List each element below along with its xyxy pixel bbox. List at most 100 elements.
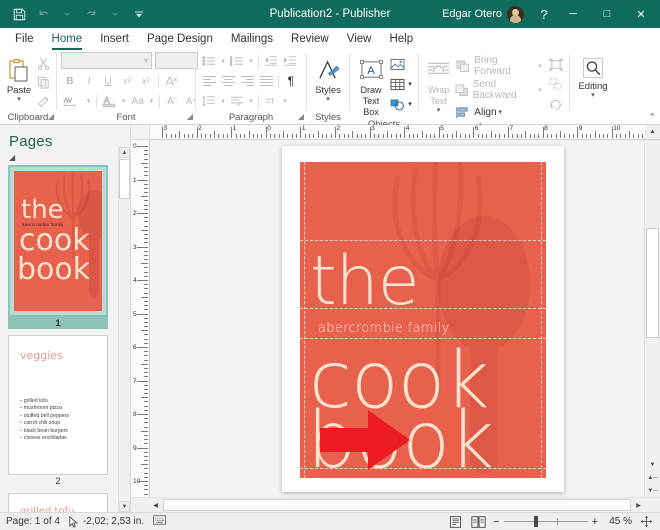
zoom-level[interactable]: 45 % [604,516,632,527]
tab-help[interactable]: Help [380,30,422,50]
decrease-indent-icon[interactable] [262,52,280,70]
paste-button[interactable]: Paste ▾ [4,53,34,103]
avatar[interactable] [507,5,524,23]
wrap-text-button[interactable]: Wrap Text ▾ [423,53,454,114]
font-size-input[interactable] [155,52,198,69]
underline-button[interactable]: U [99,72,117,90]
ruler-corner[interactable] [131,125,150,140]
pages-scroll-thumb[interactable] [119,159,130,199]
align-left-icon[interactable] [200,72,218,90]
fit-page-icon[interactable] [638,515,655,529]
show-paragraph-marks-button[interactable]: ¶ [282,72,300,90]
paragraph-dialog-launcher[interactable]: ◢ [298,110,304,123]
shapes-icon[interactable] [388,95,406,113]
cover-title-line1[interactable]: the [310,248,420,316]
text-direction-icon[interactable] [262,92,280,110]
undo-icon[interactable] [32,3,54,25]
tab-mailings[interactable]: Mailings [222,30,282,50]
horizontal-ruler[interactable]: 32101234567891011 [150,125,645,140]
tab-view[interactable]: View [338,30,381,50]
align-label[interactable]: Align [474,107,496,118]
clipboard-dialog-launcher[interactable]: ◢ [48,110,54,123]
align-objects-icon[interactable] [454,103,472,121]
canvas-scroll-up-icon[interactable]: ▲ [645,125,660,140]
zoom-slider[interactable]: − + [493,516,598,528]
pages-scroll-up-icon[interactable]: ▲ [119,147,130,158]
tab-home[interactable]: Home [43,30,92,50]
undo-dropdown-icon[interactable] [56,3,78,25]
change-case-button[interactable]: Aa [129,92,146,110]
numbering-icon[interactable]: 123 [228,52,246,70]
hyphenation-icon[interactable] [228,92,246,110]
numbering-dropdown-icon[interactable]: ▾ [247,52,255,70]
styles-dropdown-icon[interactable]: ▾ [326,96,330,103]
pages-scroll-down-icon[interactable]: ▼ [119,501,130,512]
redo-icon[interactable] [80,3,102,25]
minimize-button[interactable]: ─ [556,0,590,28]
picture-icon[interactable] [388,55,406,73]
line-spacing-icon[interactable] [200,92,218,110]
two-page-spread-icon[interactable] [470,515,487,529]
font-dialog-launcher[interactable]: ◢ [187,110,193,123]
editing-dropdown-icon[interactable]: ▾ [591,92,595,99]
redo-dropdown-icon[interactable] [104,3,126,25]
superscript-button[interactable]: x2 [137,72,155,90]
zoom-out-button[interactable]: − [493,516,499,528]
font-color-dropdown-icon[interactable]: ▾ [119,92,128,110]
text-direction-dropdown-icon[interactable]: ▾ [281,92,289,110]
canvas-scroll-down-icon[interactable]: ▼ [645,458,660,471]
clear-formatting-icon[interactable] [162,72,180,90]
horizontal-scrollbar[interactable]: ◀ ▶ [149,498,645,512]
bold-button[interactable]: B [61,72,79,90]
tab-page-design[interactable]: Page Design [138,30,222,50]
maximize-button[interactable]: □ [590,0,624,28]
horizontal-scroll-thumb[interactable] [163,499,631,511]
single-page-view-icon[interactable] [447,515,464,529]
save-icon[interactable] [8,3,30,25]
scroll-right-icon[interactable]: ▶ [632,498,645,512]
increase-indent-icon[interactable] [281,52,299,70]
page-indicator[interactable]: Page: 1 of 4 [6,516,60,527]
table-dropdown-icon[interactable]: ▾ [406,75,414,93]
align-right-icon[interactable] [238,72,256,90]
tab-insert[interactable]: Insert [91,30,138,50]
change-case-dropdown-icon[interactable]: ▾ [147,92,156,110]
bullets-icon[interactable] [200,52,218,70]
document-canvas[interactable]: the abercrombie family cook book [150,140,644,497]
close-button[interactable]: ✕ [624,0,658,28]
pages-pane-scrollbar[interactable]: ▲ ▼ [118,147,130,512]
page-thumbnail-3[interactable]: grilled tofu serves 4 | prep 20 min prep… [8,493,108,512]
next-page-icon[interactable]: ▼─ [645,484,660,497]
zoom-in-button[interactable]: + [592,516,598,528]
align-dropdown-icon[interactable]: ▾ [499,108,503,116]
previous-page-icon[interactable]: ▲─ [645,471,660,484]
tab-file[interactable]: File [6,30,43,50]
italic-button[interactable]: I [80,72,98,90]
character-spacing-dropdown-icon[interactable]: ▾ [84,92,93,110]
keyboard-icon[interactable] [153,515,167,528]
vertical-scroll-thumb[interactable] [646,228,659,338]
subscript-button[interactable]: x2 [118,72,136,90]
shapes-dropdown-icon[interactable]: ▾ [406,95,414,113]
wrap-text-dropdown-icon[interactable]: ▾ [437,107,441,114]
align-center-icon[interactable] [219,72,237,90]
table-icon[interactable] [388,75,406,93]
help-icon[interactable]: ? [532,1,556,27]
vertical-scrollbar[interactable]: ▼ ▲─ ▼─ [644,140,660,497]
editing-button[interactable]: Editing ▾ [574,53,612,99]
character-spacing-icon[interactable]: AV [61,92,83,110]
pages-pane-collapse-icon[interactable]: ◢ [0,153,130,163]
font-name-input[interactable]: ▾ [61,52,152,69]
page-thumbnail-1[interactable]: the abercrombie family cook book 1 [8,165,108,329]
font-color-icon[interactable]: A [100,92,118,110]
collapse-ribbon-icon[interactable]: ⌃ [648,112,656,123]
vertical-ruler[interactable]: 01234567891011 [131,140,150,497]
zoom-track[interactable] [503,516,588,527]
customize-quick-access-icon[interactable] [128,3,150,25]
cover-subtitle[interactable]: abercrombie family [318,322,450,335]
tab-review[interactable]: Review [282,30,338,50]
hyphenation-dropdown-icon[interactable]: ▾ [247,92,255,110]
draw-text-box-button[interactable]: A Draw Text Box [354,53,388,118]
page-thumbnail-2[interactable]: veggies grilled tofu mushroom pizza stuf… [8,335,108,487]
styles-button[interactable]: Styles ▾ [311,53,345,103]
